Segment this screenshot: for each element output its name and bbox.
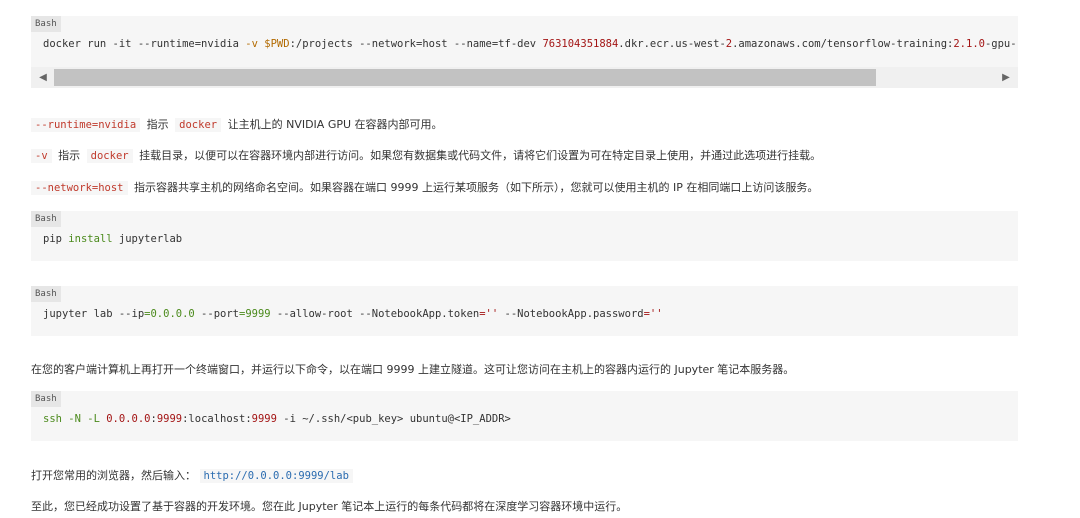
paragraph-runtime: --runtime=nvidia 指示 docker 让主机上的 NVIDIA …	[31, 117, 443, 133]
jupyter-lab-link[interactable]: http://0.0.0.0:9999/lab	[199, 469, 353, 483]
horizontal-scrollbar[interactable]: ◀ ▶	[31, 67, 1018, 88]
inline-code: --network=host	[31, 181, 128, 195]
paragraph-text: 在您的客户端计算机上再打开一个终端窗口，并运行以下命令，以在端口 9999 上建…	[31, 363, 795, 376]
paragraph-text: 打开您常用的浏览器，然后输入：	[31, 469, 196, 482]
paragraph-text: 让主机上的 NVIDIA GPU 在容器内部可用。	[227, 118, 443, 131]
scrollbar-thumb[interactable]	[54, 69, 876, 86]
code-line: docker run -it --runtime=nvidia -v $PWD:…	[43, 38, 1017, 50]
scroll-right-icon[interactable]: ▶	[996, 67, 1016, 88]
paragraph-text: 指示	[146, 118, 169, 131]
paragraph-browser: 打开您常用的浏览器，然后输入： http://0.0.0.0:9999/lab	[31, 468, 353, 484]
code-block-docker-run: Bash docker run -it --runtime=nvidia -v …	[31, 16, 1018, 88]
paragraph-text: 指示容器共享主机的网络命名空间。如果容器在端口 9999 上运行某项服务（如下所…	[134, 181, 819, 194]
code-block-jupyter-lab: Bash jupyter lab --ip=0.0.0.0 --port=999…	[31, 286, 1018, 336]
code-block-ssh-tunnel: Bash ssh -N -L 0.0.0.0:9999:localhost:99…	[31, 391, 1018, 441]
inline-code: docker	[86, 149, 133, 163]
paragraph-volume: -v 指示 docker 挂载目录，以便可以在容器环境内部进行访问。如果您有数据…	[31, 148, 821, 164]
paragraph-text: 至此，您已经成功设置了基于容器的开发环境。您在此 Jupyter 笔记本上运行的…	[31, 500, 628, 513]
code-line: ssh -N -L 0.0.0.0:9999:localhost:9999 -i…	[43, 413, 511, 425]
code-line: jupyter lab --ip=0.0.0.0 --port=9999 --a…	[43, 308, 663, 320]
code-block-pip-install: Bash pip install jupyterlab	[31, 211, 1018, 261]
code-language-label: Bash	[31, 211, 61, 227]
inline-code: -v	[31, 149, 52, 163]
paragraph-text: 挂载目录，以便可以在容器环境内部进行访问。如果您有数据集或代码文件，请将它们设置…	[139, 149, 822, 162]
paragraph-summary: 至此，您已经成功设置了基于容器的开发环境。您在此 Jupyter 笔记本上运行的…	[31, 499, 627, 515]
code-language-label: Bash	[31, 391, 61, 407]
code-language-label: Bash	[31, 16, 61, 32]
scroll-left-icon[interactable]: ◀	[33, 67, 53, 88]
inline-code: docker	[175, 118, 222, 132]
paragraph-network: --network=host 指示容器共享主机的网络命名空间。如果容器在端口 9…	[31, 180, 818, 196]
code-language-label: Bash	[31, 286, 61, 302]
paragraph-text: 指示	[58, 149, 81, 162]
inline-code: --runtime=nvidia	[31, 118, 141, 132]
paragraph-tunnel: 在您的客户端计算机上再打开一个终端窗口，并运行以下命令，以在端口 9999 上建…	[31, 362, 794, 378]
code-line: pip install jupyterlab	[43, 233, 183, 245]
